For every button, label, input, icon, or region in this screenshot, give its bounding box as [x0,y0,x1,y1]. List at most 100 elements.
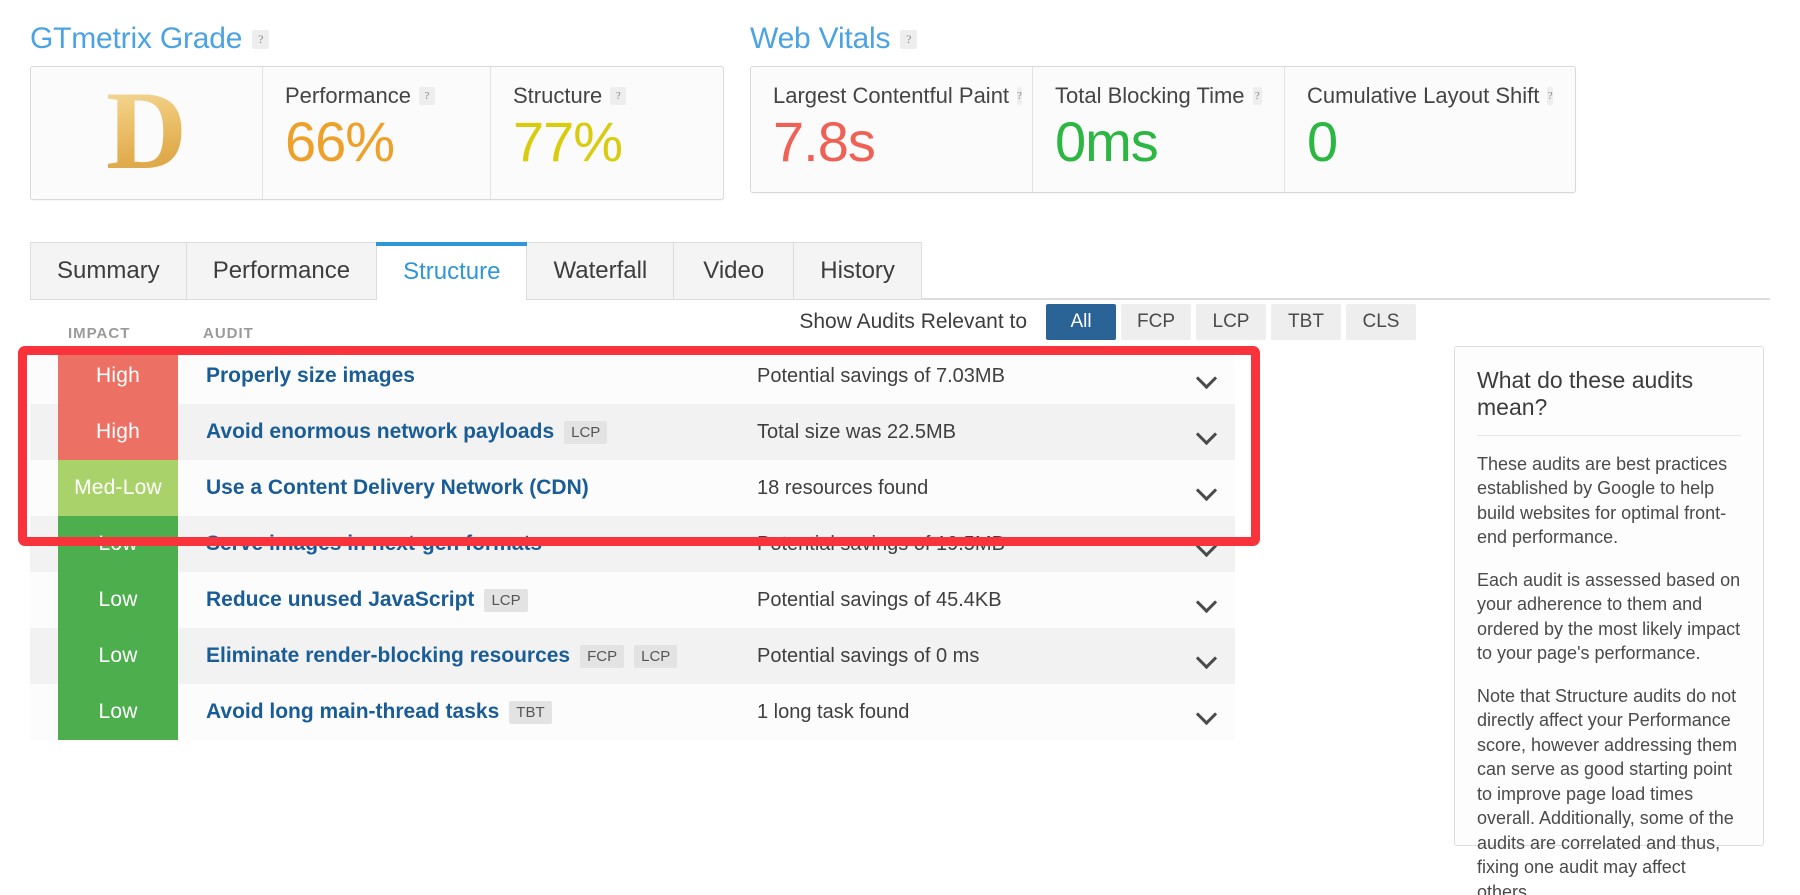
grade-letter: D [106,75,187,187]
impact-column-header: IMPACT [30,325,175,342]
audit-result-text: Potential savings of 19.5MB [757,516,1177,572]
help-icon[interactable]: ? [419,87,435,105]
audit-filter-bar: Show Audits Relevant to AllFCPLCPTBTCLS [799,304,1430,342]
gtmetrix-grade-heading: GTmetrix Grade ? [30,22,724,56]
tab-performance[interactable]: Performance [187,242,377,299]
impact-badge: Low [58,684,178,740]
gtmetrix-report-page: GTmetrix Grade ? D Performance ? 66% Str… [0,0,1800,895]
structure-label-row: Structure ? [513,83,701,109]
help-icon[interactable]: ? [1017,87,1022,105]
lcp-label-row: Largest Contentful Paint ? [773,83,1010,109]
sidebar-title: What do these audits mean? [1477,367,1741,436]
tbt-value: 0ms [1055,113,1262,172]
help-icon[interactable]: ? [1253,87,1262,105]
tab-label: Waterfall [553,257,647,285]
filter-buttons: AllFCPLCPTBTCLS [1041,304,1416,340]
tab-label: Video [703,257,764,285]
audit-row[interactable]: LowAvoid long main-thread tasksTBT1 long… [30,684,1235,740]
audit-name-cell: Reduce unused JavaScriptLCP [178,572,757,628]
help-icon[interactable]: ? [900,30,917,49]
score-summary-area: GTmetrix Grade ? D Performance ? 66% Str… [0,0,1800,200]
audit-row[interactable]: LowReduce unused JavaScriptLCPPotential … [30,572,1235,628]
structure-value: 77% [513,113,701,172]
impact-badge: High [58,348,178,404]
audit-result-text: 18 resources found [757,460,1177,516]
audits-info-sidebar: What do these audits mean? These audits … [1454,346,1764,846]
tab-waterfall[interactable]: Waterfall [527,242,674,299]
audit-expand-toggle[interactable] [1177,628,1235,684]
audits-header-row: IMPACT AUDIT Show Audits Relevant to All… [30,300,1430,348]
audit-expand-toggle[interactable] [1177,684,1235,740]
impact-badge: Low [58,628,178,684]
audit-expand-toggle[interactable] [1177,348,1235,404]
tab-structure[interactable]: Structure [377,242,527,300]
audit-name-cell: Use a Content Delivery Network (CDN) [178,460,757,516]
audit-link[interactable]: Avoid long main-thread tasks [206,700,499,724]
metric-chip-lcp: LCP [564,421,607,444]
audit-row[interactable]: HighAvoid enormous network payloadsLCPTo… [30,404,1235,460]
metric-chip-fcp: FCP [580,645,624,668]
chevron-down-icon [1197,651,1215,662]
grade-letter-cell: D [31,67,263,199]
metric-chip-lcp: LCP [634,645,677,668]
tab-summary[interactable]: Summary [30,242,187,299]
performance-metric-cell: Performance ? 66% [263,67,491,199]
filter-label: Show Audits Relevant to [799,310,1027,334]
filter-button-cls[interactable]: CLS [1346,304,1416,340]
audit-link[interactable]: Reduce unused JavaScript [206,588,474,612]
chevron-down-icon [1197,539,1215,550]
help-icon[interactable]: ? [252,30,269,49]
web-vitals-heading: Web Vitals ? [750,22,1576,56]
audit-name-cell: Avoid long main-thread tasks TBT [178,684,757,740]
audit-link[interactable]: Avoid enormous network payloads [206,420,554,444]
filter-button-fcp[interactable]: FCP [1121,304,1191,340]
audit-row[interactable]: Low Eliminate render-blocking resources FC… [30,628,1235,684]
audit-name-cell: Serve images in next-gen formats [178,516,757,572]
audit-row[interactable]: High Properly size images Potential saving… [30,348,1235,404]
help-icon[interactable]: ? [610,87,626,105]
audit-result-text: Potential savings of 7.03MB [757,348,1177,404]
audit-link[interactable]: Use a Content Delivery Network (CDN) [206,476,589,500]
filter-button-lcp[interactable]: LCP [1196,304,1266,340]
sidebar-paragraph-2: Each audit is assessed based on your adh… [1477,568,1741,666]
filter-button-all[interactable]: All [1046,304,1116,340]
web-vitals-panel: Web Vitals ? Largest Contentful Paint ? … [750,22,1576,193]
lcp-value: 7.8s [773,113,1010,172]
chevron-down-icon [1197,595,1215,606]
tab-video[interactable]: Video [674,242,794,299]
sidebar-paragraph-1: These audits are best practices establis… [1477,452,1741,550]
audit-row[interactable]: Med-LowUse a Content Delivery Network (C… [30,460,1235,516]
tab-label: Summary [57,257,160,285]
filter-button-tbt[interactable]: TBT [1271,304,1341,340]
tab-history[interactable]: History [794,242,922,299]
cls-label-row: Cumulative Layout Shift ? [1307,83,1553,109]
audit-result-text: Potential savings of 45.4KB [757,572,1177,628]
metric-chip-tbt: TBT [509,701,551,724]
audit-name-cell: Eliminate render-blocking resources FCP LC… [178,628,757,684]
main-content: IMPACT AUDIT Show Audits Relevant to All… [30,300,1785,846]
audit-column-header: AUDIT [175,325,254,342]
report-tabs: Summary Performance Structure Waterfall Vide… [30,242,1770,300]
audit-expand-toggle[interactable] [1177,404,1235,460]
audit-link[interactable]: Properly size images [206,364,415,388]
help-icon[interactable]: ? [1547,87,1553,105]
lcp-metric-cell: Largest Contentful Paint ? 7.8s [751,67,1033,192]
tab-label: Performance [213,257,350,285]
audit-name-cell: Avoid enormous network payloads LCP [178,404,757,460]
impact-badge: Low [58,516,178,572]
tbt-label: Total Blocking Time [1055,83,1245,109]
audit-expand-toggle[interactable] [1177,516,1235,572]
impact-badge: Low [58,572,178,628]
audits-column: IMPACT AUDIT Show Audits Relevant to All… [30,300,1430,846]
audit-expand-toggle[interactable] [1177,460,1235,516]
audits-table: High Properly size images Potential saving… [30,348,1235,740]
audit-link[interactable]: Eliminate render-blocking resources [206,644,570,668]
audit-row[interactable]: Low Serve images in next-gen formats Poten… [30,516,1235,572]
impact-badge: High [58,404,178,460]
web-vitals-title: Web Vitals [750,22,890,56]
structure-metric-cell: Structure ? 77% [491,67,723,199]
gtmetrix-grade-panel: GTmetrix Grade ? D Performance ? 66% Str… [30,22,724,200]
performance-value: 66% [285,113,468,172]
audit-link[interactable]: Serve images in next-gen formats [206,532,542,556]
audit-expand-toggle[interactable] [1177,572,1235,628]
